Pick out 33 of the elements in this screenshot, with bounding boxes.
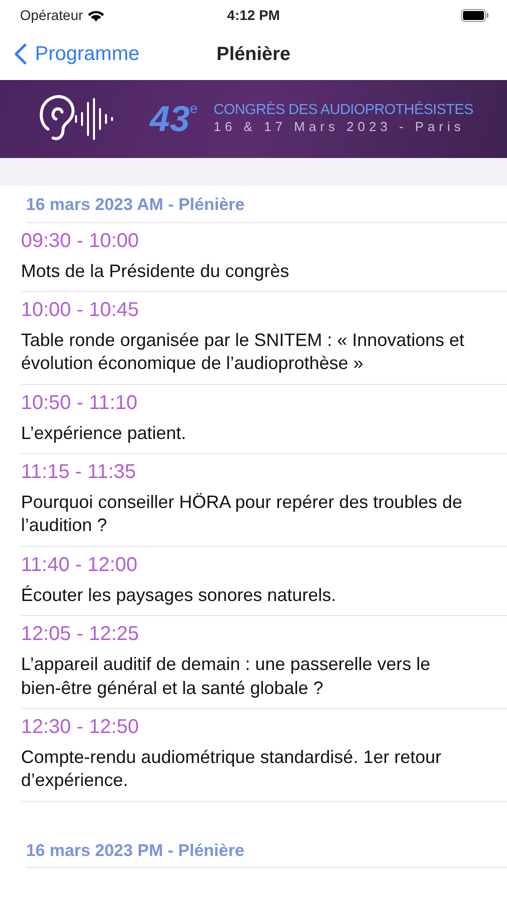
- carrier-label: Opérateur: [20, 6, 84, 25]
- session-time: 11:15 - 11:35: [21, 460, 137, 486]
- section-header: 16 mars 2023 AM - Plénière: [26, 186, 507, 222]
- session-row[interactable]: 09:30 - 10:00 Mots de la Présidente du congrès: [21, 222, 507, 292]
- session-title: Compte-rendu audiométrique standardisé. 1er retour d’expérience.: [21, 746, 442, 792]
- session-row[interactable]: 10:00 - 10:45 Table ronde organisée par le SNITEM : « Innovations et évolution économique de l’audioprothèse »: [21, 292, 507, 385]
- session-time: 12:30 - 12:50: [21, 715, 140, 740]
- session-title: Pourquoi conseiller HÖRA pour repérer des troubles de l’audition ?: [21, 491, 464, 538]
- session-row[interactable]: 11:15 - 11:35 Pourquoi conseiller HÖRA pour repérer des troubles de l’audition ?: [21, 454, 507, 547]
- session-row[interactable]: 11:40 - 12:00 Écouter les paysages sonores naturels.: [21, 546, 507, 616]
- congress-title: CONGRÈS DES AUDIOPROTHÉSISTES: [214, 103, 474, 120]
- chevron-left-icon: [14, 43, 27, 65]
- session-time: 09:30 - 10:00: [21, 228, 140, 254]
- session-row[interactable]: 12:30 - 12:50 Compte-rendu audiométrique standardisé. 1er retour d’expérience.: [21, 709, 507, 802]
- session-row[interactable]: 12:05 - 12:25 L’appareil auditif de demain : une passerelle vers le bien-être général et la santé globale ?: [21, 616, 507, 710]
- session-title: Écouter les paysages sonores naturels.: [21, 584, 338, 607]
- session-time: 11:40 - 12:00: [21, 552, 138, 578]
- edition-number: 43$^{e}$: [150, 101, 198, 137]
- session-time: 10:50 - 11:10: [21, 390, 138, 416]
- clock-time: 4:12 PM: [227, 6, 280, 25]
- section-header: 16 mars 2023 PM - Plénière: [26, 832, 507, 868]
- session-title: L’appareil auditif de demain : une passerelle vers le bien-être général et la santé globale ?: [21, 653, 432, 700]
- battery-icon: [461, 8, 489, 22]
- session-title: L’expérience patient.: [21, 422, 188, 445]
- back-button[interactable]: Programme: [0, 39, 140, 69]
- session-time: 10:00 - 10:45: [21, 298, 140, 323]
- wifi-icon: [87, 8, 106, 22]
- session-title: Table ronde organisée par le SNITEM : « Innovations et évolution économique de l’audioprothèse »: [21, 328, 466, 376]
- session-row[interactable]: 10:50 - 11:10 L’expérience patient.: [21, 384, 507, 454]
- congress-dates: 16 & 17 Mars 2023 - Paris: [214, 119, 466, 135]
- nav-title: Plénière: [216, 43, 290, 67]
- session-title: Mots de la Présidente du congrès: [21, 260, 290, 283]
- session-time: 12:05 - 12:25: [21, 622, 140, 648]
